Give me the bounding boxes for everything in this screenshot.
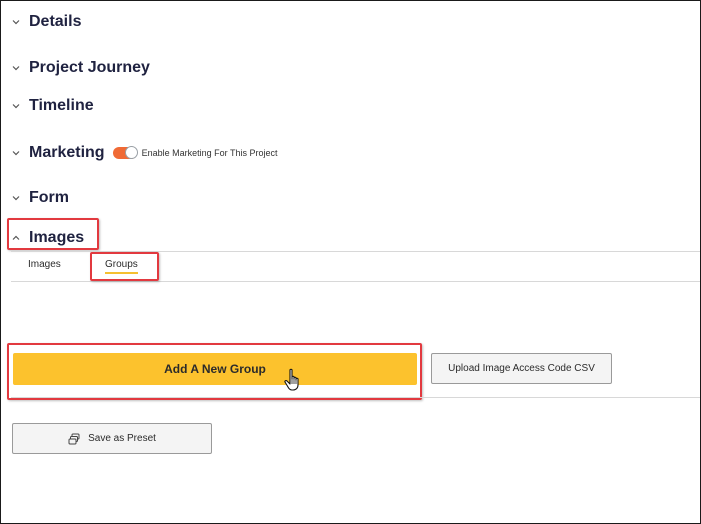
section-title-marketing: Marketing — [29, 144, 105, 161]
divider — [11, 397, 700, 398]
toggle-knob — [124, 146, 138, 159]
chevron-down-icon — [11, 101, 21, 111]
section-title-project-journey: Project Journey — [29, 59, 150, 76]
tab-images[interactable]: Images — [28, 259, 61, 270]
section-title-timeline: Timeline — [29, 97, 94, 114]
upload-csv-button[interactable]: Upload Image Access Code CSV — [431, 353, 612, 384]
section-project-journey[interactable]: Project Journey — [11, 59, 150, 77]
section-title-form: Form — [29, 189, 69, 206]
hand-pointer-icon — [284, 368, 304, 392]
marketing-toggle[interactable] — [112, 146, 138, 159]
chevron-down-icon — [11, 193, 21, 203]
marketing-toggle-label: Enable Marketing For This Project — [141, 148, 278, 158]
section-timeline[interactable]: Timeline — [11, 97, 94, 115]
section-details[interactable]: Details — [11, 13, 81, 31]
add-new-group-button[interactable]: Add A New Group — [13, 353, 417, 385]
section-form[interactable]: Form — [11, 189, 69, 207]
section-title-details: Details — [29, 13, 82, 30]
save-as-preset-button[interactable]: Save as Preset — [12, 423, 212, 454]
chevron-down-icon — [11, 17, 21, 27]
chevron-down-icon — [11, 148, 21, 158]
section-title-images: Images — [29, 229, 85, 246]
settings-panel: Details Project Journey Timeline Marketi… — [0, 0, 701, 524]
chevron-up-icon — [11, 233, 21, 243]
tab-groups[interactable]: Groups — [105, 259, 138, 274]
section-images[interactable]: Images — [11, 229, 84, 247]
images-tab-bar: Images Groups — [11, 251, 700, 282]
section-marketing[interactable]: Marketing Enable Marketing For This Proj… — [11, 144, 277, 162]
save-as-preset-label: Save as Preset — [88, 433, 156, 444]
chevron-down-icon — [11, 63, 21, 73]
stack-icon — [68, 433, 80, 445]
